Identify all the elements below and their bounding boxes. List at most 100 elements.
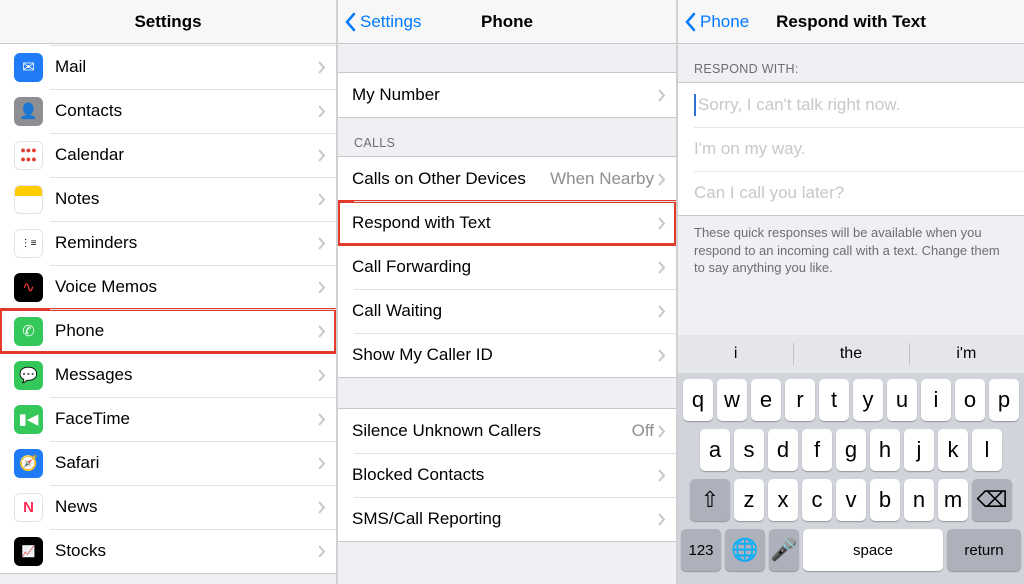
response-field-2[interactable] — [678, 127, 1024, 171]
settings-row-contacts[interactable]: 👤 Contacts — [0, 89, 336, 133]
key-space[interactable]: space — [803, 529, 943, 571]
settings-row-calendar[interactable]: ●●●●●● Calendar — [0, 133, 336, 177]
key-m[interactable]: m — [938, 479, 968, 521]
key-t[interactable]: t — [819, 379, 849, 421]
settings-row-safari[interactable]: 🧭 Safari — [0, 441, 336, 485]
settings-row-passwords[interactable] — [0, 23, 336, 45]
reminders-icon: ⋮≡ — [14, 229, 43, 258]
facetime-icon: ▮◀ — [14, 405, 43, 434]
settings-row-stocks[interactable]: 📈 Stocks — [0, 529, 336, 573]
response-field-1[interactable] — [678, 83, 1024, 127]
key-e[interactable]: e — [751, 379, 781, 421]
back-to-settings-button[interactable]: Settings — [344, 12, 421, 32]
settings-label: Notes — [55, 189, 318, 209]
key-z[interactable]: z — [734, 479, 764, 521]
key-j[interactable]: j — [904, 429, 934, 471]
respond-with-text-panel: Phone Respond with Text RESPOND WITH: Th… — [678, 0, 1024, 584]
row-respond-with-text[interactable]: Respond with Text — [338, 201, 676, 245]
settings-row-notes[interactable]: Notes — [0, 177, 336, 221]
chevron-right-icon — [658, 349, 666, 362]
key-b[interactable]: b — [870, 479, 900, 521]
row-blocked-contacts[interactable]: Blocked Contacts — [338, 453, 676, 497]
row-my-number[interactable]: My Number — [338, 73, 676, 117]
row-silence-unknown[interactable]: Silence Unknown Callers Off — [338, 409, 676, 453]
settings-row-mail[interactable]: ✉︎ Mail — [0, 45, 336, 89]
response-input-2[interactable] — [694, 139, 1008, 159]
key-g[interactable]: g — [836, 429, 866, 471]
chevron-right-icon — [658, 89, 666, 102]
key-o[interactable]: o — [955, 379, 985, 421]
key-l[interactable]: l — [972, 429, 1002, 471]
chevron-right-icon — [318, 61, 326, 74]
chevron-right-icon — [318, 149, 326, 162]
chevron-right-icon — [318, 457, 326, 470]
settings-row-facetime[interactable]: ▮◀ FaceTime — [0, 397, 336, 441]
response-input-3[interactable] — [694, 183, 1008, 203]
settings-label: Contacts — [55, 101, 318, 121]
suggestion-3[interactable]: i'm — [909, 335, 1024, 373]
key-123[interactable]: 123 — [681, 529, 721, 571]
key-x[interactable]: x — [768, 479, 798, 521]
key-i[interactable]: i — [921, 379, 951, 421]
settings-label: Stocks — [55, 541, 318, 561]
key-s[interactable]: s — [734, 429, 764, 471]
key-globe[interactable]: 🌐 — [725, 529, 765, 571]
chevron-right-icon — [318, 237, 326, 250]
chevron-right-icon — [658, 173, 666, 186]
key-mic[interactable]: 🎤 — [769, 529, 799, 571]
key-y[interactable]: y — [853, 379, 883, 421]
key-w[interactable]: w — [717, 379, 747, 421]
key-d[interactable]: d — [768, 429, 798, 471]
chevron-right-icon — [318, 369, 326, 382]
chevron-right-icon — [658, 261, 666, 274]
contacts-icon: 👤 — [14, 97, 43, 126]
news-icon: N — [14, 493, 43, 522]
respond-footnote: These quick responses will be available … — [678, 216, 1024, 285]
row-show-caller-id[interactable]: Show My Caller ID — [338, 333, 676, 377]
respond-header: Phone Respond with Text — [678, 0, 1024, 44]
key-return[interactable]: return — [947, 529, 1021, 571]
key-v[interactable]: v — [836, 479, 866, 521]
settings-label: Reminders — [55, 233, 318, 253]
chevron-right-icon — [318, 413, 326, 426]
row-sms-call-reporting[interactable]: SMS/Call Reporting — [338, 497, 676, 541]
stocks-icon: 📈 — [14, 537, 43, 566]
response-field-3[interactable] — [678, 171, 1024, 215]
calls-header: CALLS — [338, 118, 676, 156]
key-r[interactable]: r — [785, 379, 815, 421]
back-to-phone-button[interactable]: Phone — [684, 12, 749, 32]
settings-row-reminders[interactable]: ⋮≡ Reminders — [0, 221, 336, 265]
settings-row-news[interactable]: N News — [0, 485, 336, 529]
key-a[interactable]: a — [700, 429, 730, 471]
key-p[interactable]: p — [989, 379, 1019, 421]
key-shift[interactable]: ⇧ — [690, 479, 730, 521]
text-caret — [694, 94, 696, 116]
chevron-right-icon — [318, 281, 326, 294]
mic-icon: 🎤 — [770, 537, 797, 563]
phone-group-1: My Number — [338, 72, 676, 118]
key-f[interactable]: f — [802, 429, 832, 471]
key-n[interactable]: n — [904, 479, 934, 521]
suggestion-1[interactable]: i — [678, 335, 793, 373]
settings-row-messages[interactable]: 💬 Messages — [0, 353, 336, 397]
row-label: My Number — [352, 85, 658, 105]
suggestion-2[interactable]: the — [793, 335, 908, 373]
chevron-right-icon — [658, 469, 666, 482]
key-row-4: 123 🌐 🎤 space return — [681, 529, 1021, 571]
key-h[interactable]: h — [870, 429, 900, 471]
key-c[interactable]: c — [802, 479, 832, 521]
back-label: Settings — [360, 12, 421, 32]
key-q[interactable]: q — [683, 379, 713, 421]
key-backspace[interactable]: ⌫ — [972, 479, 1012, 521]
row-call-forwarding[interactable]: Call Forwarding — [338, 245, 676, 289]
key-u[interactable]: u — [887, 379, 917, 421]
messages-icon: 💬 — [14, 361, 43, 390]
row-call-waiting[interactable]: Call Waiting — [338, 289, 676, 333]
settings-row-phone[interactable]: ✆ Phone — [0, 309, 336, 353]
row-detail: When Nearby — [550, 169, 654, 189]
settings-row-voice-memos[interactable]: ∿ Voice Memos — [0, 265, 336, 309]
row-calls-other-devices[interactable]: Calls on Other Devices When Nearby — [338, 157, 676, 201]
key-k[interactable]: k — [938, 429, 968, 471]
voice-memos-icon: ∿ — [14, 273, 43, 302]
response-input-1[interactable] — [698, 95, 1008, 115]
